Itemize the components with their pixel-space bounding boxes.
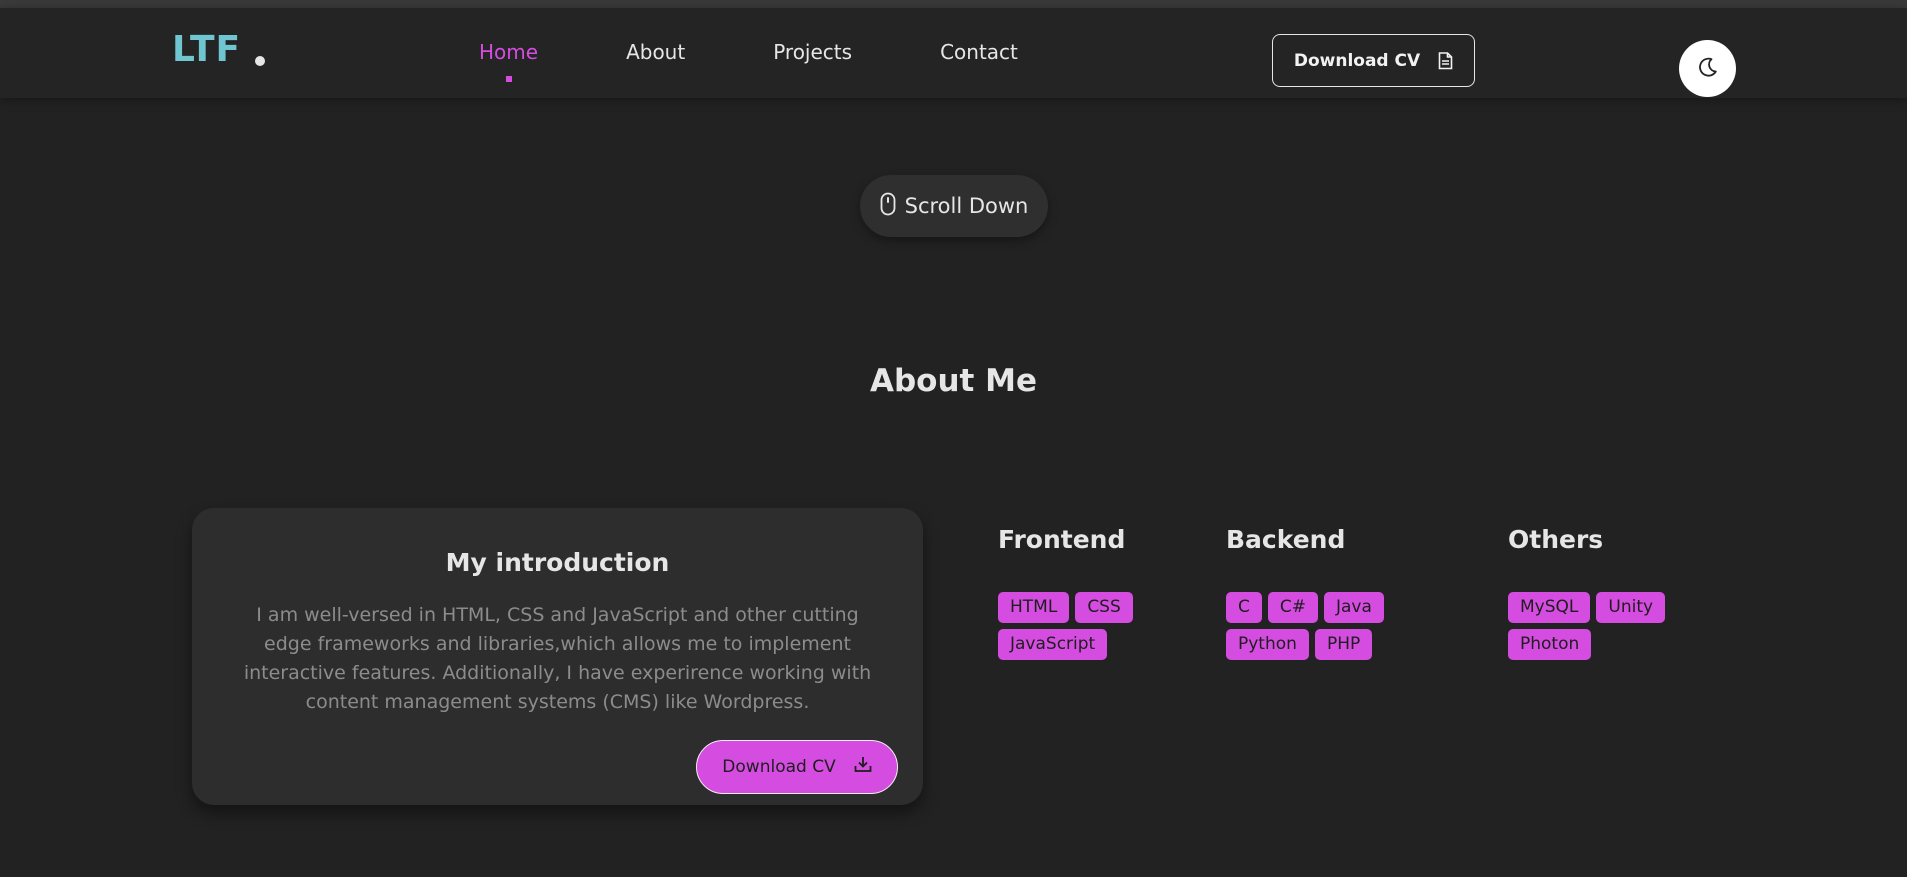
moon-icon: [1697, 56, 1719, 82]
skills-backend: Backend C C# Java Python PHP: [1226, 522, 1416, 660]
skill-tag: C#: [1267, 592, 1318, 623]
download-icon: [854, 756, 872, 778]
intro-text: I am well-versed in HTML, CSS and JavaSc…: [243, 604, 872, 713]
active-indicator: [505, 76, 512, 82]
skill-tag: Python: [1226, 629, 1309, 660]
nav-home-label: Home: [479, 40, 539, 64]
nav-projects-label: Projects: [773, 40, 853, 64]
skill-tag: HTML: [998, 592, 1070, 623]
skill-tag: JavaScript: [998, 629, 1108, 660]
logo[interactable]: LTF: [172, 29, 266, 70]
section-title: About Me: [869, 363, 1038, 399]
mouse-icon: [880, 192, 896, 221]
header-download-cv-label: Download CV: [1293, 50, 1421, 71]
nav-contact-label: Contact: [940, 40, 1018, 64]
skills-others-title: Others: [1508, 525, 1604, 554]
header-download-cv-button[interactable]: Download CV: [1272, 34, 1475, 87]
window-top-strip: [0, 0, 1907, 8]
skill-tag: C: [1226, 592, 1262, 623]
document-icon: [1438, 51, 1453, 70]
skill-tag: Java: [1324, 592, 1384, 623]
skill-tag: Unity: [1596, 592, 1666, 623]
nav-about-label: About: [626, 40, 686, 64]
skills-backend-title: Backend: [1226, 525, 1346, 554]
skill-tag: MySQL: [1508, 592, 1591, 623]
introduction-card: My introduction I am well-versed in HTML…: [192, 508, 923, 805]
scroll-down-label: Scroll Down: [904, 194, 1029, 218]
logo-text: LTF: [172, 29, 242, 70]
intro-title: My introduction: [445, 548, 670, 577]
scroll-down-button[interactable]: Scroll Down: [860, 175, 1048, 237]
skills-others: Others MySQL Unity Photon: [1508, 522, 1698, 660]
skill-tag: Photon: [1508, 629, 1592, 660]
skill-tags: C C# Java Python PHP: [1226, 592, 1416, 660]
site-header: LTF Home About Projects Contact Download…: [0, 8, 1907, 98]
skills-frontend-title: Frontend: [998, 525, 1126, 554]
nav-projects[interactable]: Projects: [773, 38, 852, 78]
download-cv-button[interactable]: Download CV: [696, 740, 898, 794]
skills-frontend: Frontend HTML CSS JavaScript: [998, 522, 1148, 660]
nav-about[interactable]: About: [626, 38, 685, 78]
skill-tags: HTML CSS JavaScript: [998, 592, 1148, 660]
skill-tag: PHP: [1314, 629, 1373, 660]
logo-dot: [255, 56, 266, 66]
download-cv-label: Download CV: [722, 757, 836, 777]
skill-tags: MySQL Unity Photon: [1508, 592, 1698, 660]
nav-home[interactable]: Home: [479, 38, 539, 82]
skill-tag: CSS: [1075, 592, 1133, 623]
nav-contact[interactable]: Contact: [940, 38, 1018, 78]
theme-toggle-button[interactable]: [1679, 40, 1736, 97]
main-nav: Home About Projects Contact: [479, 38, 1106, 82]
